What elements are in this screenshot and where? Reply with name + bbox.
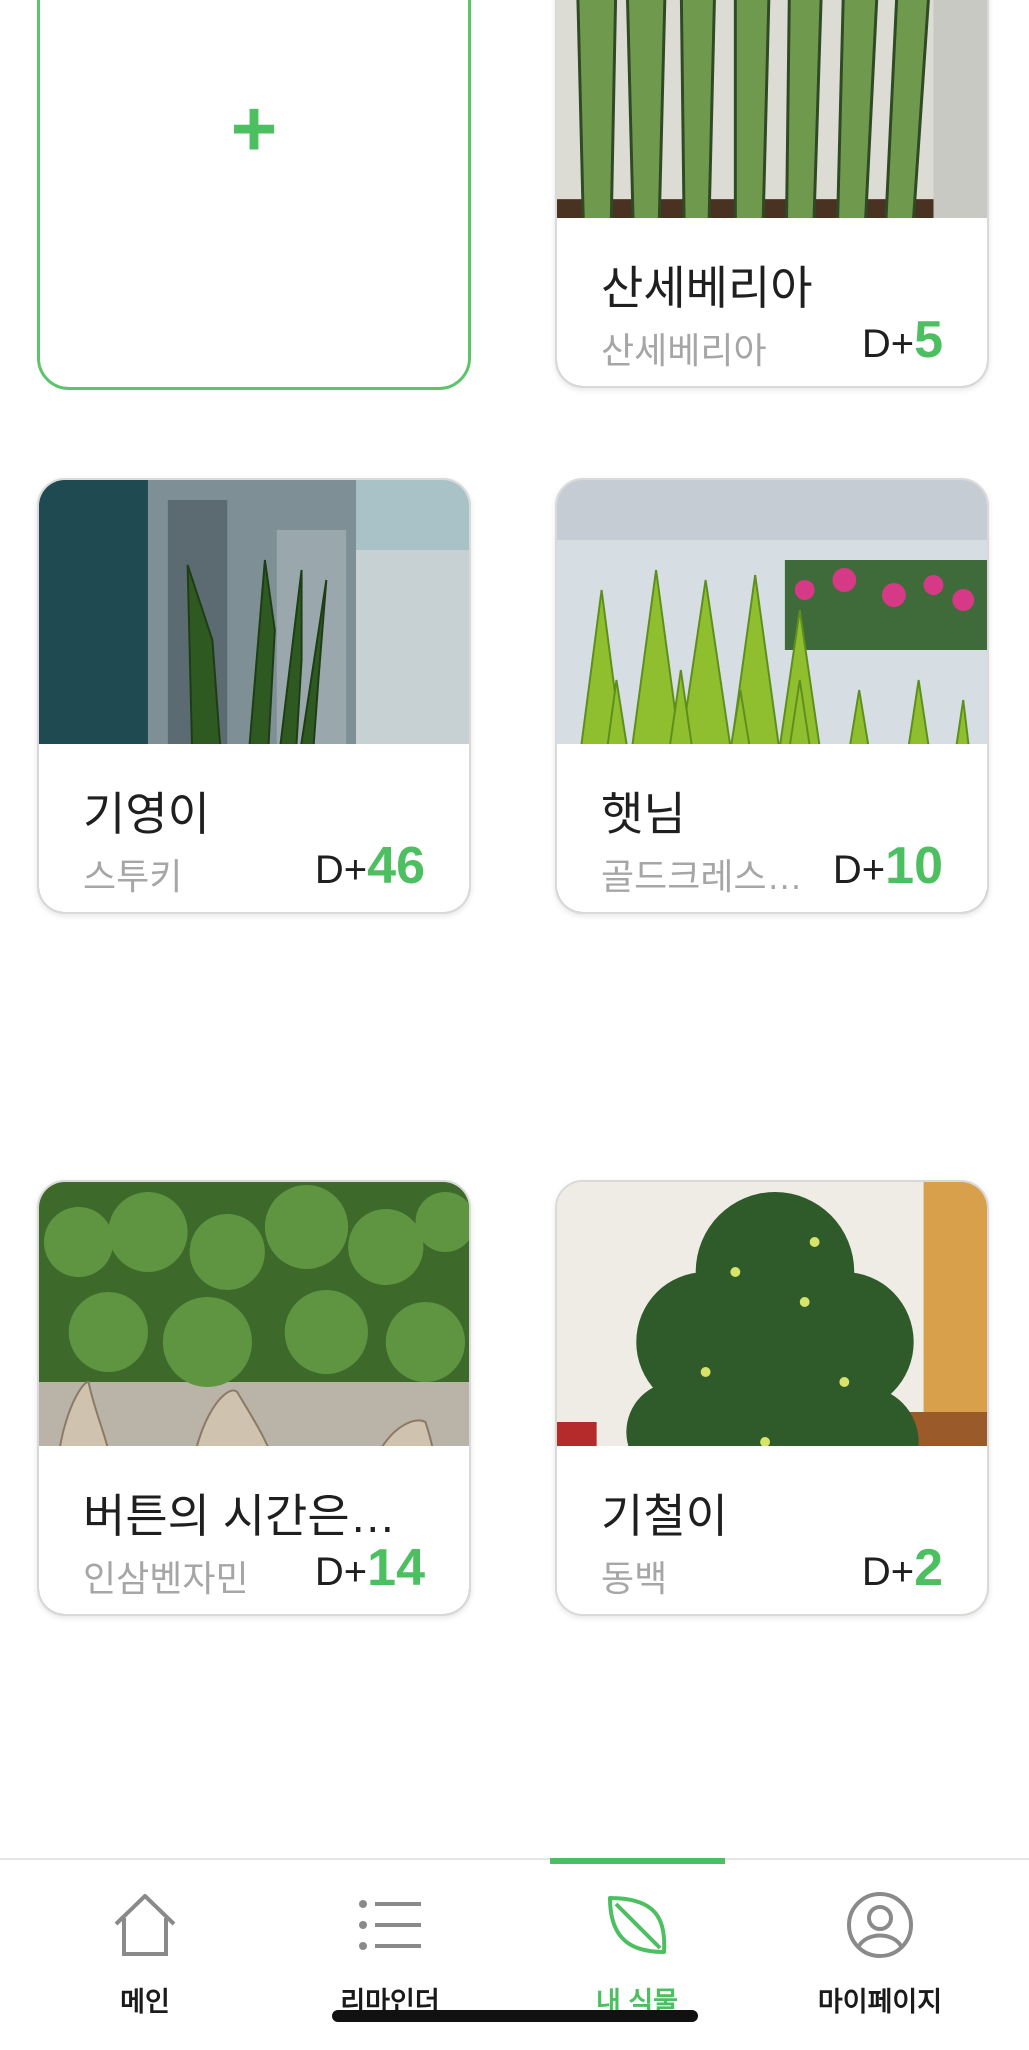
plant-card[interactable]: 산세베리아 산세베리아 D+5	[555, 0, 989, 388]
dday-prefix: D+	[314, 1550, 368, 1594]
plant-info: 기철이 동백 D+2	[557, 1446, 987, 1614]
dday-counter: D+14	[315, 1538, 425, 1598]
dday-prefix: D+	[832, 848, 886, 892]
home-indicator[interactable]	[332, 2010, 698, 2022]
dday-counter: D+10	[833, 836, 943, 896]
plant-species: 산세베리아	[601, 330, 767, 371]
dday-counter: D+46	[315, 836, 425, 896]
plant-card[interactable]: 기영이 스투키 D+46	[37, 478, 471, 914]
plant-card[interactable]: 햇님 골드크레스… D+10	[555, 478, 989, 914]
plant-card[interactable]: 버튼의 시간은… 인삼벤자민 D+14	[37, 1180, 471, 1616]
dday-value: 46	[367, 837, 425, 895]
dday-value: 14	[367, 1539, 425, 1597]
active-tab-indicator	[550, 1858, 725, 1864]
add-plant-card[interactable]: +	[37, 0, 471, 390]
nav-label: 메인	[120, 1987, 170, 2017]
plant-species: 인삼벤자민	[83, 1558, 249, 1599]
dday-prefix: D+	[861, 1550, 915, 1594]
dday-counter: D+2	[862, 1538, 943, 1598]
nav-label: 마이페이지	[817, 1987, 943, 2017]
profile-icon	[847, 1892, 913, 1958]
plant-species: 스투키	[83, 856, 183, 897]
plant-card[interactable]: 기철이 동백 D+2	[555, 1180, 989, 1616]
plant-species: 골드크레스…	[601, 856, 803, 897]
plant-name: 햇님	[601, 788, 686, 840]
dday-value: 5	[914, 311, 943, 369]
dday-prefix: D+	[861, 322, 915, 366]
plant-name: 산세베리아	[601, 262, 813, 314]
list-icon	[359, 1900, 421, 1950]
plant-info: 햇님 골드크레스… D+10	[557, 744, 987, 912]
plant-name: 기영이	[83, 788, 210, 840]
dday-prefix: D+	[314, 848, 368, 892]
plant-species: 동백	[601, 1558, 668, 1599]
nav-item-main[interactable]: 메인	[45, 1890, 245, 2019]
dday-counter: D+5	[862, 310, 943, 370]
nav-item-my-plants[interactable]: 내 식물	[537, 1890, 737, 2019]
plant-info: 버튼의 시간은… 인삼벤자민 D+14	[39, 1446, 469, 1614]
plant-info: 기영이 스투키 D+46	[39, 744, 469, 912]
plant-info: 산세베리아 산세베리아 D+5	[557, 218, 987, 386]
leaf-icon	[608, 1896, 667, 1954]
add-icon: +	[230, 84, 278, 173]
dday-value: 10	[885, 837, 943, 895]
dday-value: 2	[914, 1539, 943, 1597]
nav-item-mypage[interactable]: 마이페이지	[780, 1890, 980, 2019]
home-icon	[114, 1894, 176, 1956]
plant-name: 기철이	[601, 1490, 728, 1542]
plant-name: 버튼의 시간은…	[83, 1490, 396, 1542]
nav-item-reminder[interactable]: 리마인더	[290, 1890, 490, 2019]
